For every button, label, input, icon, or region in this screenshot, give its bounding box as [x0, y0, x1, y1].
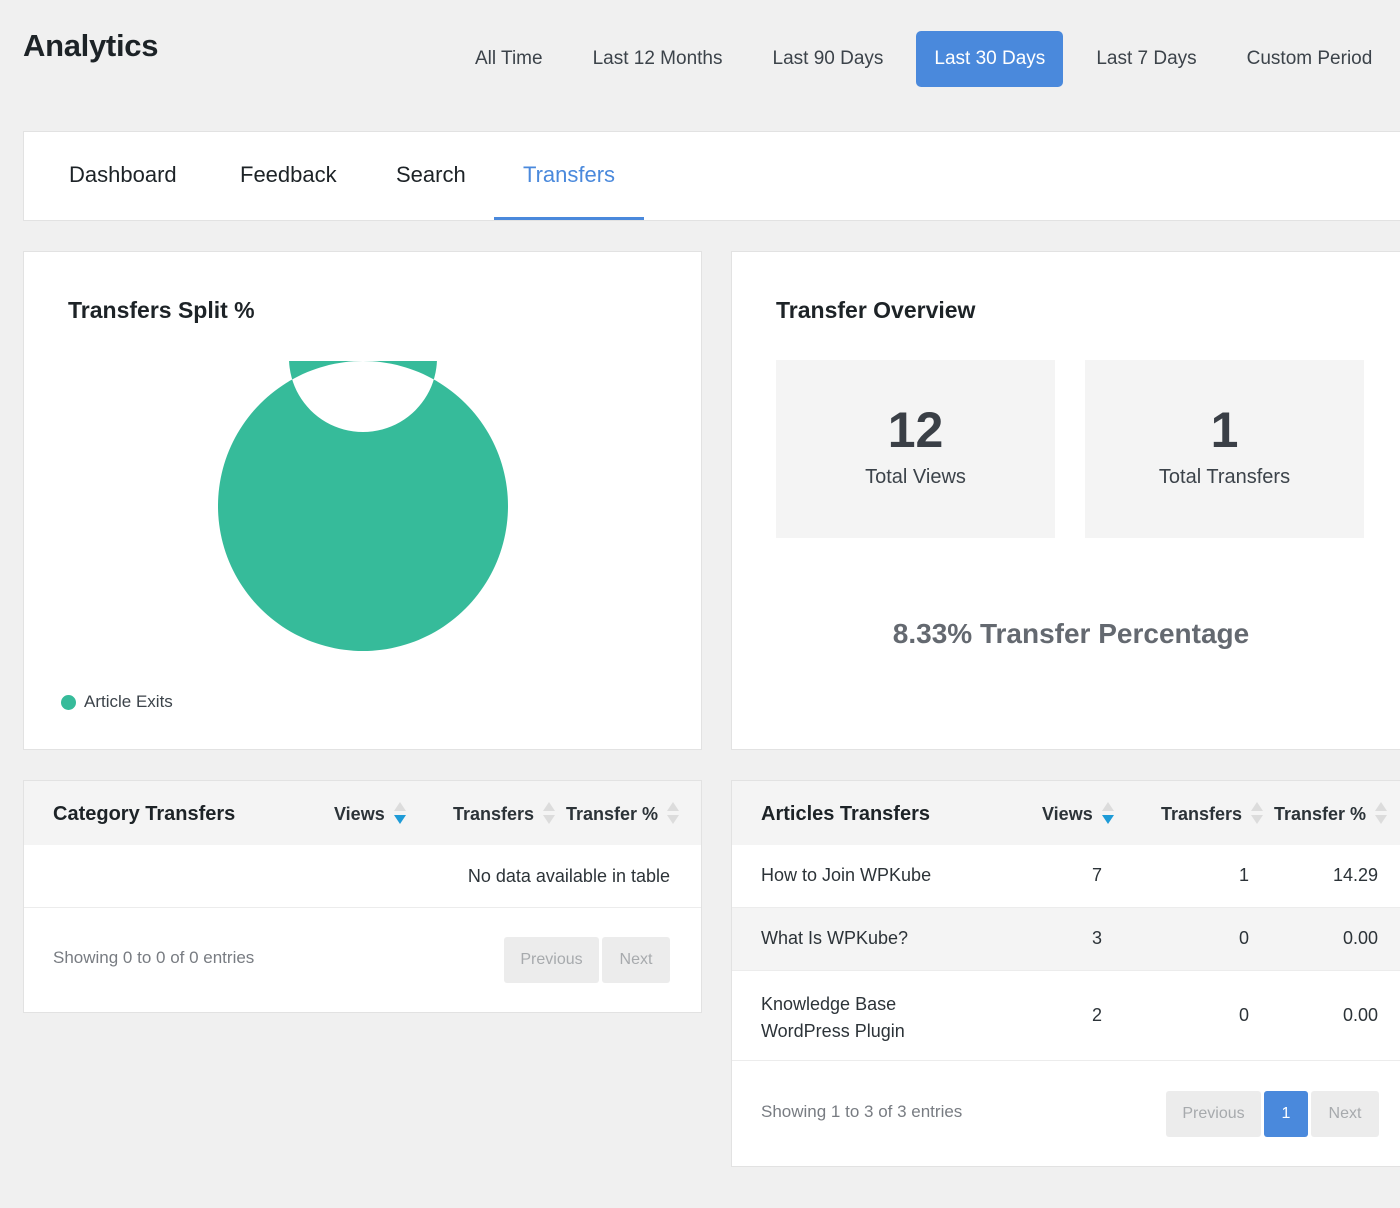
- articles-transfers-title: Articles Transfers: [761, 803, 930, 825]
- tab-transfers[interactable]: Transfers: [494, 132, 644, 220]
- table-header: Category Transfers Views Transfers Trans…: [24, 781, 701, 845]
- article-title[interactable]: What Is WPKube?: [761, 928, 908, 949]
- total-transfers-box: 1 Total Transfers: [1085, 360, 1364, 538]
- period-last-90-days[interactable]: Last 90 Days: [748, 31, 909, 87]
- legend-label[interactable]: Article Exits: [84, 692, 173, 712]
- chart-legend: Article Exits: [61, 692, 173, 712]
- col-views-label: Views: [1042, 804, 1093, 824]
- empty-message: No data available in table: [467, 866, 670, 886]
- articles-transfers-card: Articles Transfers Views Transfers Trans…: [731, 780, 1400, 1167]
- table-row: What Is WPKube? 3 0 0.00: [732, 908, 1400, 971]
- transfer-percentage: 8.33% Transfer Percentage: [892, 618, 1250, 649]
- next-button[interactable]: Next: [1311, 1091, 1379, 1137]
- period-selector: All Time Last 12 Months Last 90 Days Las…: [450, 31, 1397, 87]
- article-transfer-percent: 0.00: [1342, 928, 1378, 948]
- total-views-label: Total Views: [865, 466, 966, 488]
- table-header: Articles Transfers Views Transfers Trans…: [732, 781, 1400, 845]
- article-title[interactable]: Knowledge Base WordPress Plugin: [761, 991, 905, 1045]
- article-transfer-percent: 0.00: [1342, 1005, 1378, 1025]
- previous-button[interactable]: Previous: [504, 937, 599, 983]
- transfers-split-card: Transfers Split % Article Exits: [23, 251, 702, 750]
- article-transfer-percent: 14.29: [1332, 865, 1378, 885]
- donut-chart: [218, 361, 508, 651]
- col-views-label: Views: [334, 804, 385, 824]
- period-custom[interactable]: Custom Period: [1222, 31, 1398, 87]
- total-transfers-value: 1: [1210, 402, 1239, 458]
- article-transfers: 1: [1238, 865, 1249, 885]
- article-views: 2: [1091, 1005, 1102, 1025]
- previous-button[interactable]: Previous: [1166, 1091, 1261, 1137]
- category-transfers-title: Category Transfers: [53, 803, 236, 825]
- article-title[interactable]: How to Join WPKube: [761, 865, 931, 886]
- col-transfers-label: Transfers: [1161, 804, 1243, 824]
- transfer-overview-card: Transfer Overview 12 Total Views 1 Total…: [731, 251, 1400, 750]
- period-last-30-days[interactable]: Last 30 Days: [916, 31, 1064, 87]
- table-row: Knowledge Base WordPress Plugin 2 0 0.00: [732, 971, 1400, 1061]
- sort-desc-icon[interactable]: [1101, 802, 1114, 825]
- article-title-line2: WordPress Plugin: [761, 1021, 905, 1041]
- col-transfer-percent-label: Transfer %: [1274, 804, 1367, 824]
- table-info: Showing 1 to 3 of 3 entries: [761, 1102, 963, 1121]
- tab-search[interactable]: Search: [396, 132, 466, 220]
- col-transfer-percent[interactable]: Transfer %: [1274, 781, 1388, 845]
- col-views[interactable]: Views: [1042, 781, 1114, 845]
- tab-dashboard[interactable]: Dashboard: [69, 132, 177, 220]
- total-transfers-label: Total Transfers: [1158, 466, 1291, 488]
- period-last-12-months[interactable]: Last 12 Months: [568, 31, 748, 87]
- article-title-line1: Knowledge Base: [761, 994, 897, 1014]
- category-transfers-card: Category Transfers Views Transfers Trans…: [23, 780, 702, 1013]
- period-last-7-days[interactable]: Last 7 Days: [1071, 31, 1221, 87]
- sort-icon[interactable]: [1251, 802, 1264, 825]
- tab-feedback[interactable]: Feedback: [240, 132, 337, 220]
- col-transfers[interactable]: Transfers: [453, 781, 556, 845]
- table-empty-row: No data available in table: [24, 845, 701, 908]
- period-all-time[interactable]: All Time: [450, 31, 568, 87]
- legend-color-dot: [61, 694, 76, 710]
- sort-icon[interactable]: [667, 802, 680, 825]
- article-views: 7: [1091, 865, 1102, 885]
- col-views[interactable]: Views: [334, 781, 406, 845]
- article-views: 3: [1091, 928, 1102, 948]
- col-transfers[interactable]: Transfers: [1161, 781, 1264, 845]
- analytics-tabs: Dashboard Feedback Search Transfers: [23, 131, 1400, 221]
- table-row: How to Join WPKube 7 1 14.29: [732, 845, 1400, 908]
- col-transfer-percent-label: Transfer %: [566, 804, 659, 824]
- next-button[interactable]: Next: [602, 937, 670, 983]
- page-1-button[interactable]: 1: [1264, 1091, 1308, 1137]
- sort-icon[interactable]: [1375, 802, 1388, 825]
- article-transfers: 0: [1238, 928, 1249, 948]
- sort-icon[interactable]: [543, 802, 556, 825]
- page-title: Analytics: [23, 28, 159, 63]
- col-transfer-percent[interactable]: Transfer %: [566, 781, 680, 845]
- col-transfers-label: Transfers: [453, 804, 535, 824]
- transfers-split-title: Transfers Split %: [68, 297, 255, 323]
- total-views-value: 12: [887, 402, 944, 458]
- article-transfers: 0: [1238, 1005, 1249, 1025]
- total-views-box: 12 Total Views: [776, 360, 1055, 538]
- sort-desc-icon[interactable]: [393, 802, 406, 825]
- table-info: Showing 0 to 0 of 0 entries: [53, 948, 255, 967]
- transfer-overview-title: Transfer Overview: [776, 297, 976, 323]
